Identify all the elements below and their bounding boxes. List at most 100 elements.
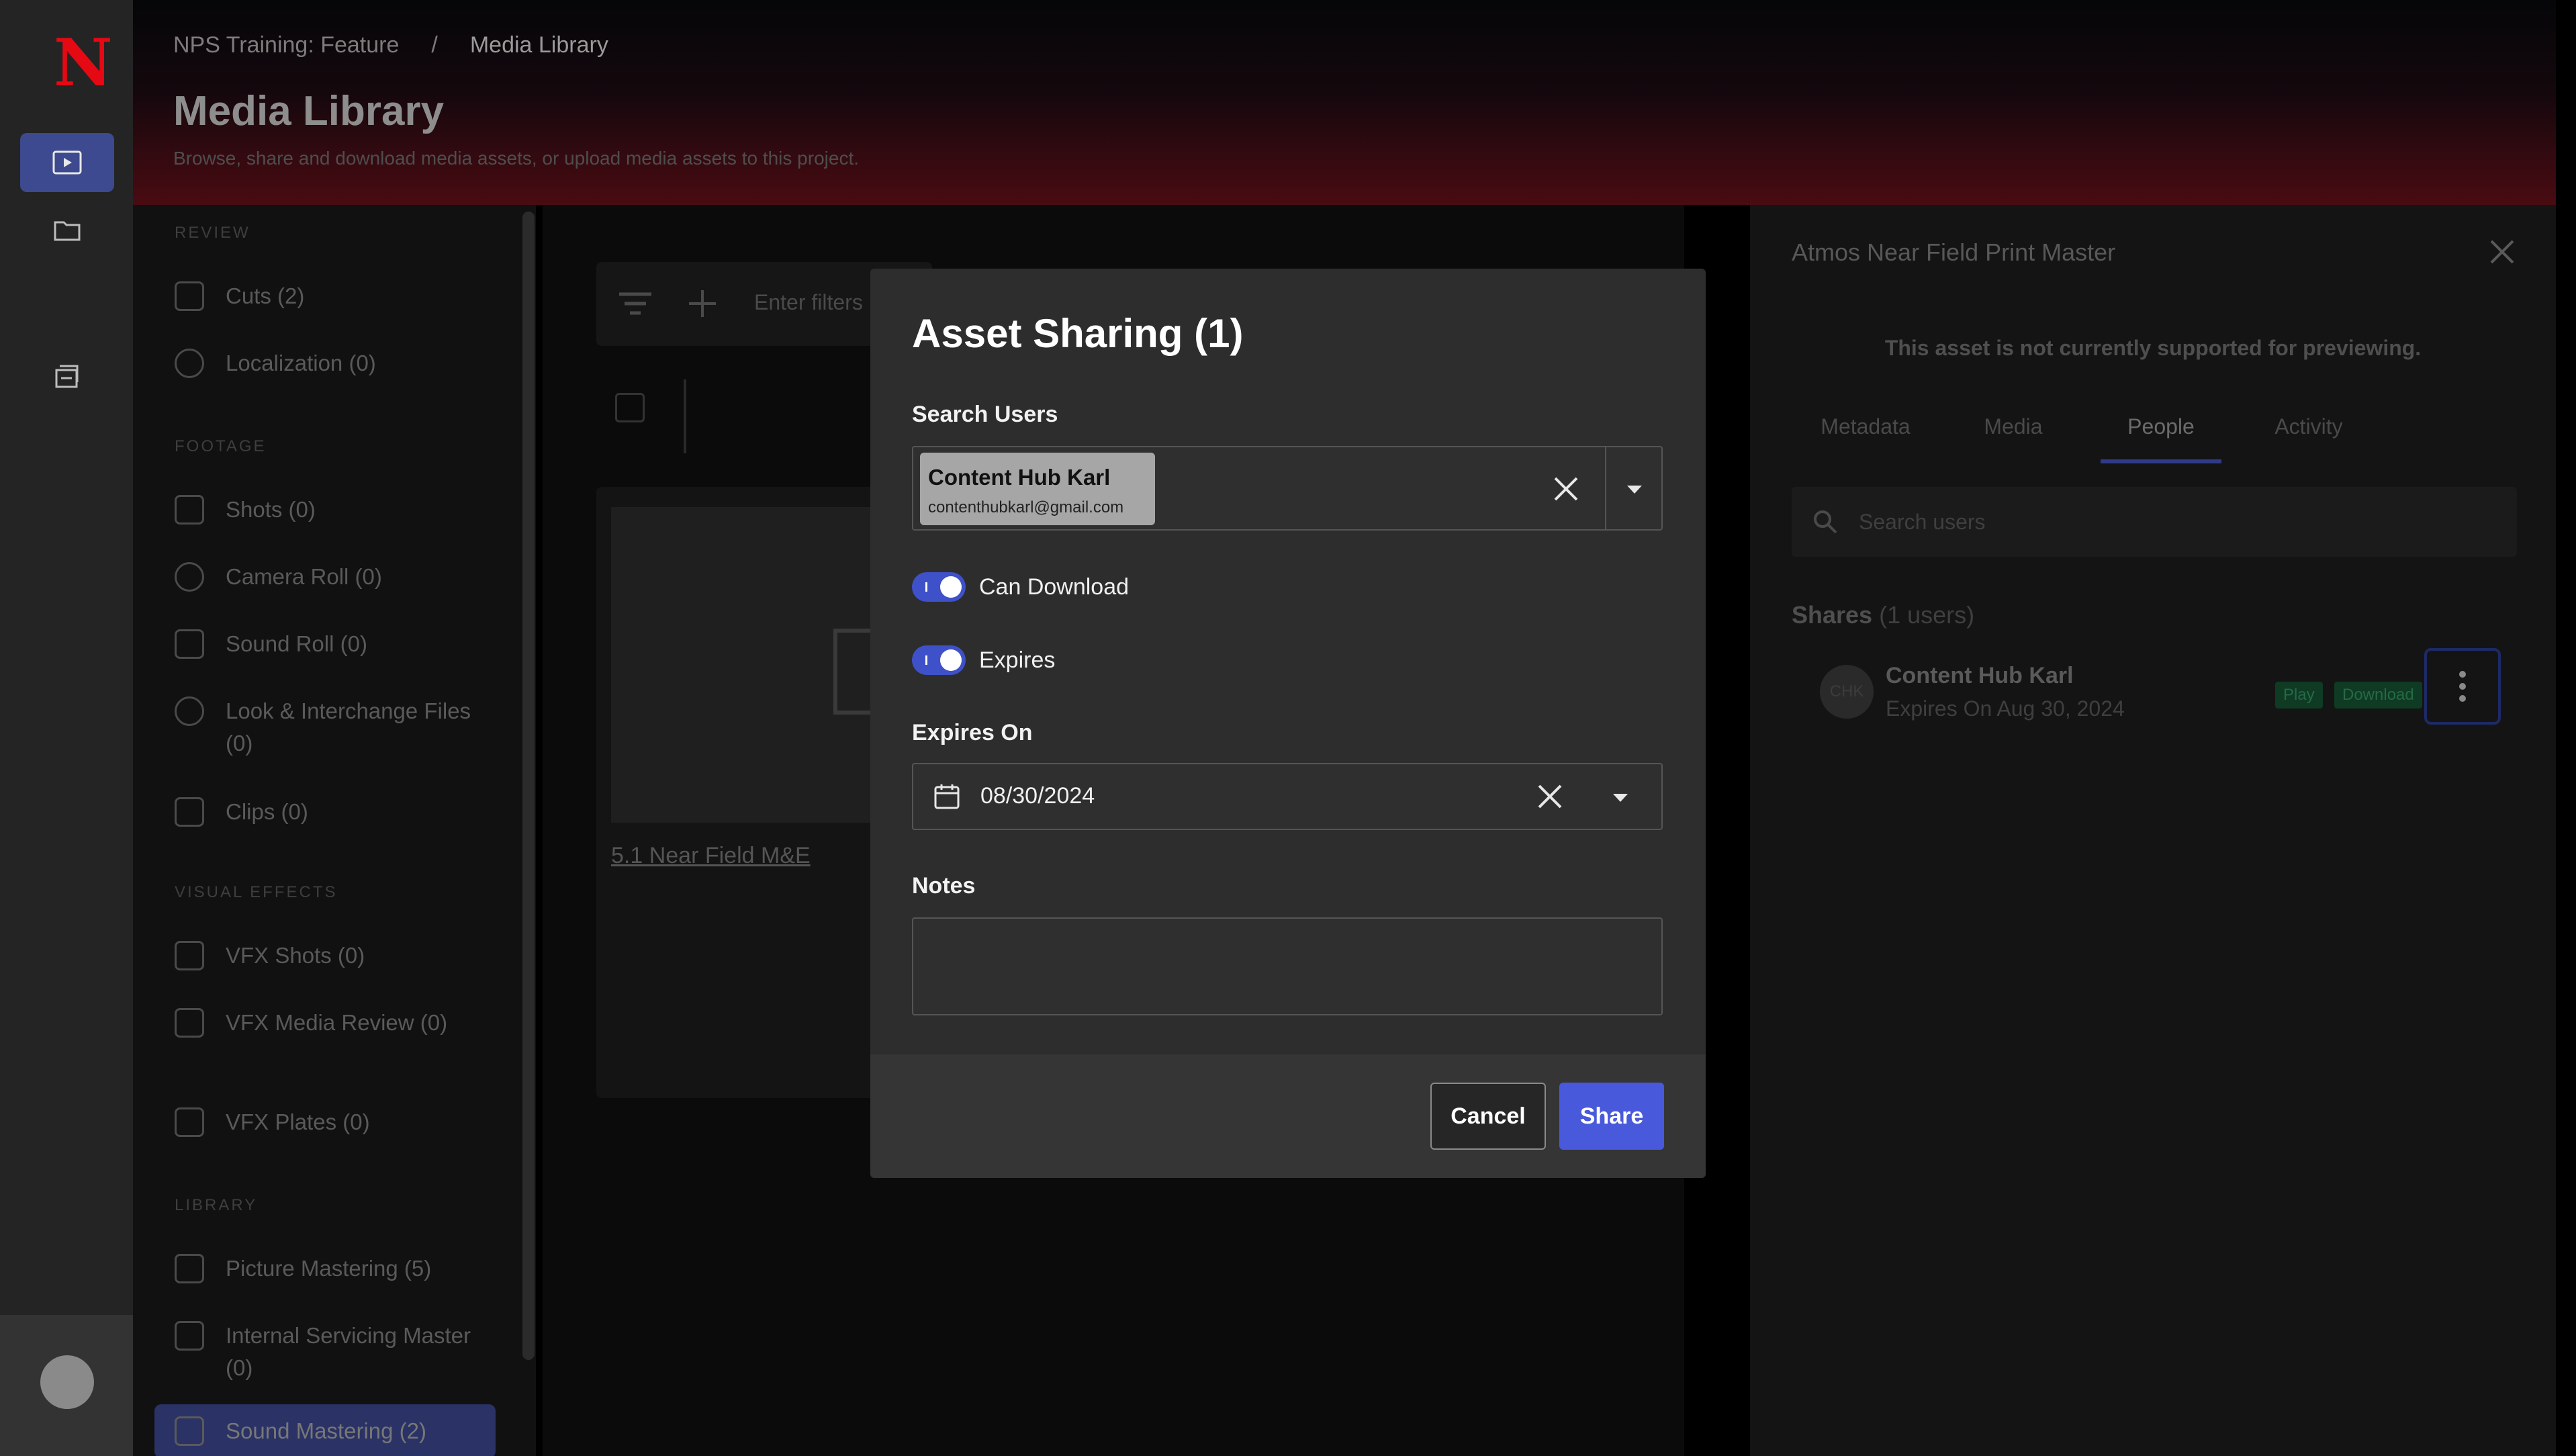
shares-count: (1 users) <box>1879 601 1975 629</box>
sidebar-item-vfx-plates[interactable]: VFX Plates (0) <box>175 1106 490 1138</box>
sidebar-section-footage: Footage <box>175 437 267 455</box>
sidebar-item-camera-roll[interactable]: Camera Roll (0) <box>175 561 490 593</box>
chevron-down-icon[interactable] <box>1613 794 1628 802</box>
review-icon <box>175 1008 204 1038</box>
plates-icon <box>175 1107 204 1137</box>
rail-account-area <box>0 1315 133 1456</box>
select-all-checkbox[interactable] <box>615 393 645 422</box>
expires-on-date-picker[interactable]: 08/30/2024 <box>912 763 1663 830</box>
rail-folder-button[interactable] <box>20 200 114 259</box>
share-list-item: CHK Content Hub Karl Expires On Aug 30, … <box>1792 648 2517 725</box>
download-badge: Download <box>2334 682 2422 709</box>
expires-on-label: Expires On <box>912 720 1033 745</box>
avatar[interactable] <box>40 1355 94 1409</box>
sidebar-section-review: Review <box>175 224 250 242</box>
page-title: Media Library <box>173 88 445 134</box>
people-search[interactable]: Search users <box>1792 487 2517 557</box>
expires-label: Expires <box>979 647 1056 673</box>
can-download-toggle[interactable] <box>912 572 966 602</box>
clapper-icon <box>175 495 204 525</box>
color-circles-icon <box>175 696 204 726</box>
filter-lines-icon[interactable] <box>616 289 654 318</box>
asset-details-title: Atmos Near Field Print Master <box>1792 238 2116 266</box>
sidebar-item-clips[interactable]: Clips (0) <box>175 796 490 828</box>
dialog-title: Asset Sharing (1) <box>912 311 1244 356</box>
sidebar-item-vfx-shots[interactable]: VFX Shots (0) <box>175 940 490 972</box>
play-badge: Play <box>2275 682 2323 709</box>
film-strip-icon <box>175 797 204 827</box>
clear-users-icon[interactable] <box>1550 473 1582 505</box>
expires-row: Expires <box>912 641 1055 679</box>
sidebar-section-library: Library <box>175 1196 258 1214</box>
monitor-icon <box>175 1254 204 1283</box>
clear-date-icon[interactable] <box>1534 780 1566 813</box>
search-input[interactable]: Search users <box>1859 510 1986 535</box>
breadcrumb-project[interactable]: NPS Training: Feature <box>173 32 399 58</box>
user-avatar: CHK <box>1820 665 1874 719</box>
page-subtitle: Browse, share and download media assets,… <box>173 148 860 169</box>
share-actions-button[interactable] <box>2424 648 2501 725</box>
tab-metadata[interactable]: Metadata <box>1792 414 1939 463</box>
calendar-icon <box>934 784 960 809</box>
toolbar-divider <box>684 379 686 453</box>
speaker-icon <box>175 1416 204 1446</box>
chevron-down-icon[interactable] <box>1627 486 1642 494</box>
sidebar-item-sound-roll[interactable]: Sound Roll (0) <box>175 628 490 660</box>
camera-roll-icon <box>175 562 204 592</box>
expires-on-value[interactable]: 08/30/2024 <box>980 783 1095 809</box>
tab-media[interactable]: Media <box>1939 414 2087 463</box>
media-play-icon <box>52 150 82 175</box>
library-sidebar: Review Cuts (2) Localization (0) Footage… <box>133 205 536 1456</box>
asset-details-panel: Atmos Near Field Print Master This asset… <box>1750 205 2556 1456</box>
sidebar-item-look-interchange[interactable]: Look & Interchange Files (0) <box>175 695 490 760</box>
cancel-button[interactable]: Cancel <box>1430 1083 1546 1150</box>
share-button[interactable]: Share <box>1559 1083 1664 1150</box>
sidebar-item-sound-mastering[interactable]: Sound Mastering (2) <box>154 1404 496 1456</box>
sidebar-item-localization[interactable]: Localization (0) <box>175 347 490 379</box>
search-icon <box>1814 510 1837 534</box>
tab-people[interactable]: People <box>2101 414 2221 463</box>
shares-heading: Shares (1 users) <box>1792 601 1974 629</box>
selected-user-email: contenthubkarl@gmail.com <box>928 498 1124 516</box>
inbox-arrows-icon <box>55 365 79 388</box>
notes-label: Notes <box>912 873 976 899</box>
search-users-label: Search Users <box>912 402 1058 427</box>
asset-sharing-dialog: Asset Sharing (1) Search Users Content H… <box>870 269 1706 1178</box>
sidebar-section-vfx: Visual Effects <box>175 883 338 901</box>
can-download-label: Can Download <box>979 574 1130 600</box>
rail-deliveries-button[interactable] <box>20 347 114 406</box>
selected-user-chip[interactable]: Content Hub Karl contenthubkarl@gmail.co… <box>920 453 1155 525</box>
netflix-logo-icon: N <box>54 25 113 101</box>
monitor-icon <box>175 1321 204 1351</box>
preview-unsupported-note: This asset is not currently supported fo… <box>1884 336 2422 360</box>
sidebar-item-shots[interactable]: Shots (0) <box>175 494 490 526</box>
sidebar-item-vfx-media-review[interactable]: VFX Media Review (0) <box>175 1007 490 1039</box>
notes-textarea[interactable] <box>912 917 1663 1015</box>
sidebar-item-picture-mastering[interactable]: Picture Mastering (5) <box>175 1253 490 1285</box>
tab-activity[interactable]: Activity <box>2235 414 2383 463</box>
close-icon[interactable] <box>2489 238 2516 265</box>
page-header: NPS Training: Feature / Media Library Me… <box>133 0 2556 205</box>
folder-icon <box>54 221 81 241</box>
dialog-footer: Cancel Share <box>870 1054 1706 1178</box>
select-divider <box>1605 447 1606 529</box>
user-search-select[interactable]: Content Hub Karl contenthubkarl@gmail.co… <box>912 446 1663 531</box>
rail-media-library-button[interactable] <box>20 133 114 192</box>
expires-toggle[interactable] <box>912 645 966 675</box>
globe-icon <box>175 349 204 378</box>
sidebar-item-internal-servicing[interactable]: Internal Servicing Master (0) <box>175 1320 490 1384</box>
filter-input[interactable]: Enter filters <box>754 290 863 315</box>
asset-card-title[interactable]: 5.1 Near Field M&E <box>611 843 811 869</box>
breadcrumb-current: Media Library <box>469 32 608 58</box>
cuts-icon <box>175 281 204 311</box>
breadcrumb-separator: / <box>431 32 438 58</box>
share-user-name: Content Hub Karl <box>1886 663 2074 688</box>
more-vertical-icon <box>2459 671 2466 702</box>
sidebar-scrollbar[interactable] <box>522 212 535 1360</box>
voicemail-icon <box>175 629 204 659</box>
sidebar-item-cuts[interactable]: Cuts (2) <box>175 280 490 312</box>
can-download-row: Can Download <box>912 568 1129 606</box>
share-expiry: Expires On Aug 30, 2024 <box>1886 696 2125 721</box>
add-filter-icon[interactable] <box>684 289 721 318</box>
asset-details-tabs: Metadata Media People Activity <box>1792 414 2383 463</box>
